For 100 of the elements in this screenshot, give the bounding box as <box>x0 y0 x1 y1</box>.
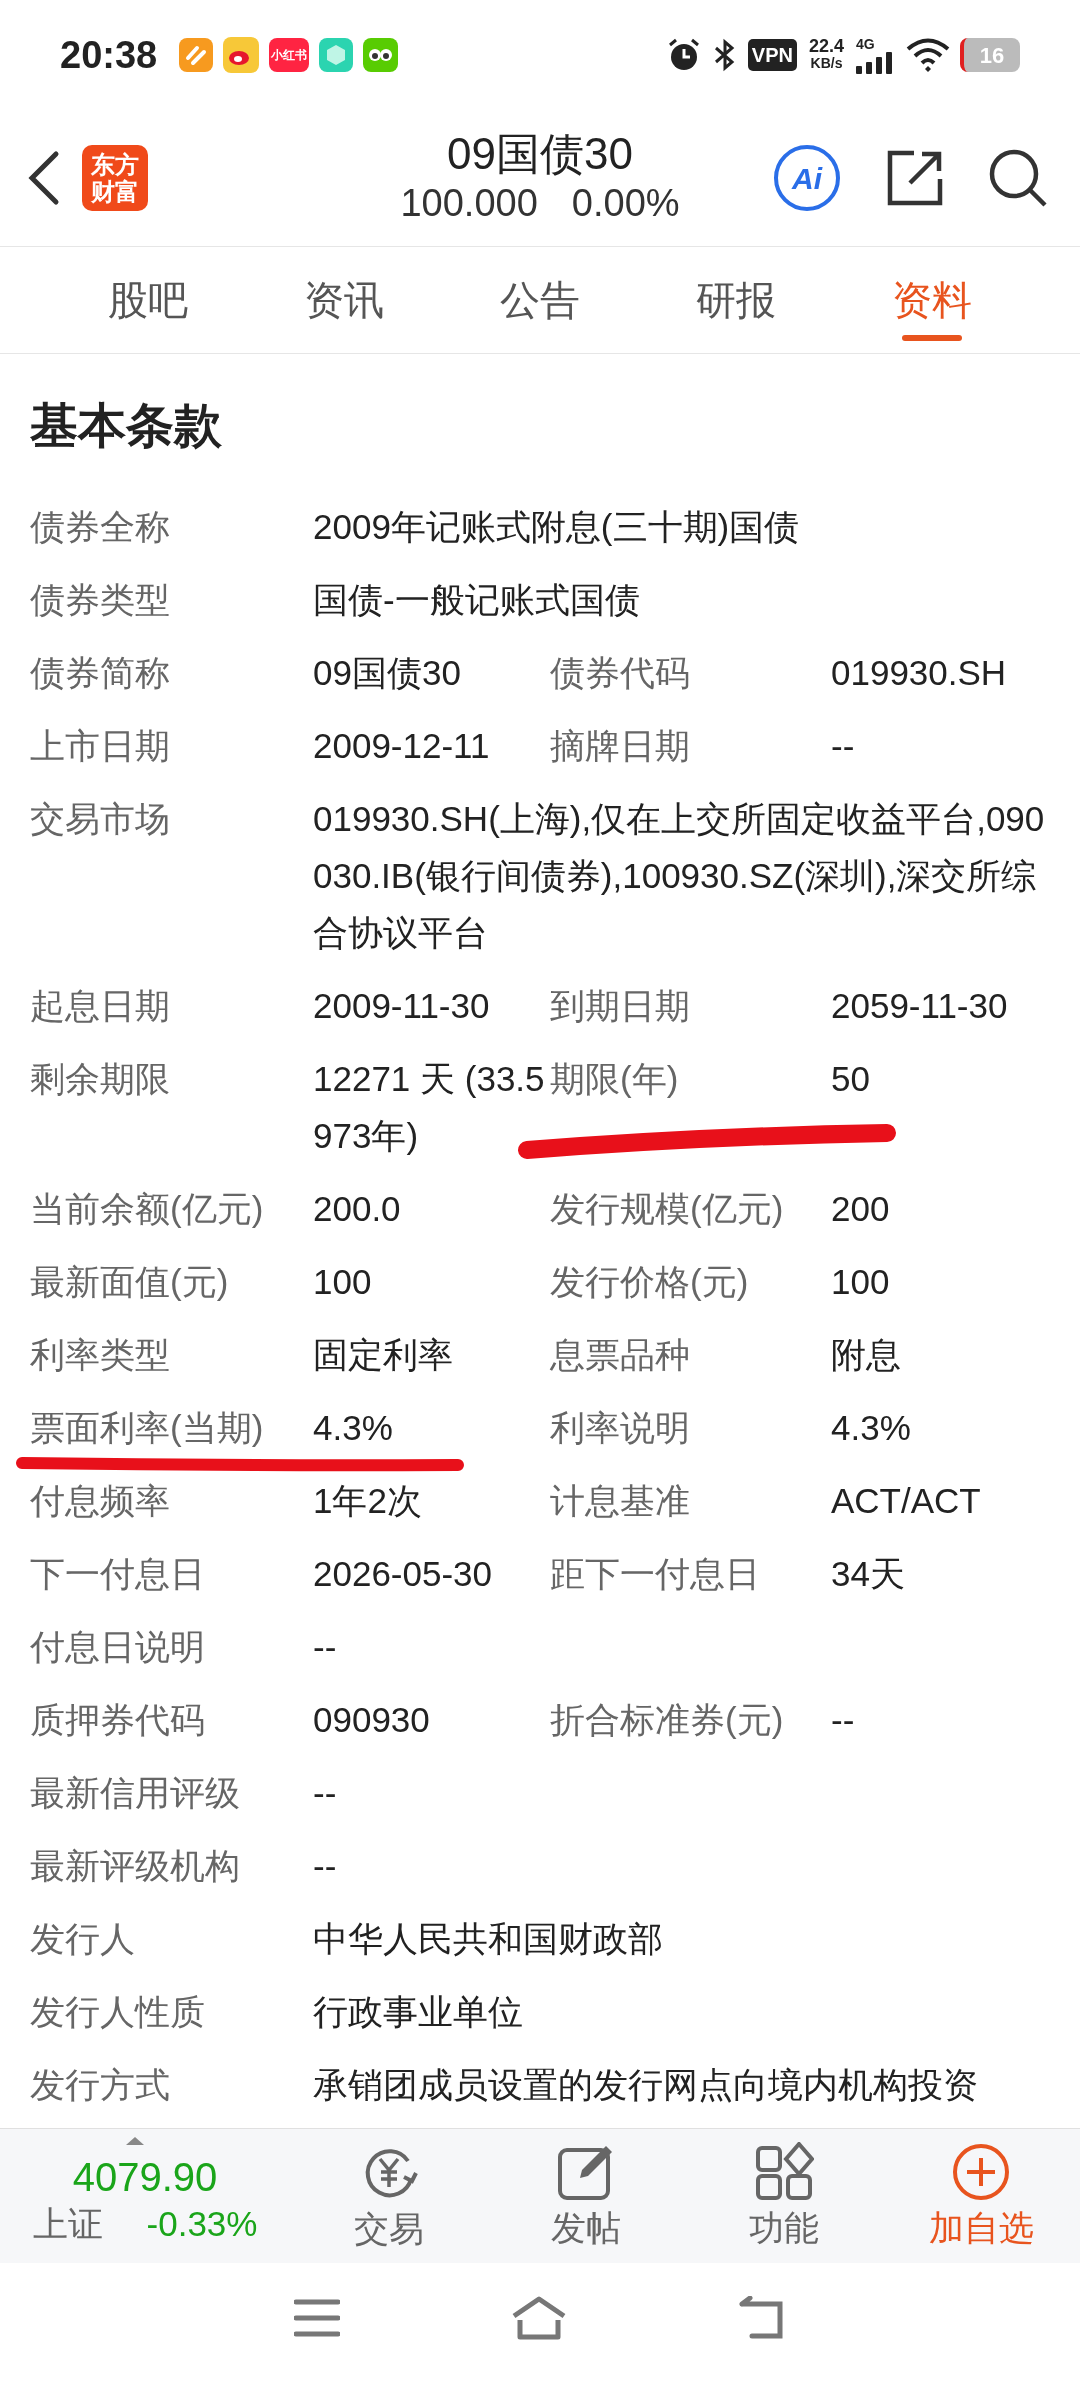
tab[interactable]: 资料 <box>834 247 1030 353</box>
app-icon <box>363 38 399 72</box>
field-value: 中华人民共和国财政部 <box>313 1918 664 1960</box>
field-value: 2009-11-30 <box>313 985 491 1027</box>
field-value: 50 <box>831 1058 871 1100</box>
field-label: 债券简称 <box>30 652 171 694</box>
field-value: 100 <box>831 1261 891 1303</box>
index-quote[interactable]: 4079.90 上证 -0.33% <box>0 2129 290 2263</box>
field-value: 2009-12-11 <box>313 725 491 767</box>
field-label: 最新评级机构 <box>30 1845 241 1887</box>
stock-price: 100.000 <box>400 181 538 226</box>
field-label: 距下一付息日 <box>550 1553 761 1595</box>
field-value: 4.3% <box>831 1407 912 1449</box>
field-value: 200 <box>831 1188 891 1230</box>
field-value: -- <box>313 1772 338 1814</box>
field-label: 到期日期 <box>550 985 691 1027</box>
share-icon[interactable] <box>886 149 944 207</box>
app-icon <box>179 38 214 72</box>
field-value: 2009年记账式附息(三十期)国债 <box>313 506 801 548</box>
network-speed: 22.4 <box>808 38 844 55</box>
field-label: 质押券代码 <box>30 1699 206 1741</box>
field-value: 34天 <box>831 1553 906 1595</box>
field-label: 债券类型 <box>30 579 171 621</box>
field-value: 固定利率 <box>313 1334 454 1376</box>
field-value: ACT/ACT <box>831 1480 982 1522</box>
toolbar-button[interactable]: 交易 <box>290 2129 488 2263</box>
field-value: 200.0 <box>313 1188 402 1230</box>
price-change: 0.00% <box>571 181 680 226</box>
tab[interactable]: 研报 <box>638 247 834 353</box>
field-value: 行政事业单位 <box>313 1991 524 2033</box>
field-value: 2026-05-30 <box>313 1553 494 1595</box>
field-label: 剩余期限 <box>30 1058 171 1100</box>
field-label: 发行人性质 <box>30 1991 206 2033</box>
stock-title: 09国债30 <box>447 128 633 180</box>
field-label: 发行价格(元) <box>550 1261 750 1303</box>
menu-icon[interactable] <box>294 2297 340 2338</box>
field-label: 票面利率(当期) <box>30 1407 265 1449</box>
field-label: 下一付息日 <box>30 1553 206 1595</box>
field-value: -- <box>313 1845 338 1887</box>
field-label: 最新面值(元) <box>30 1261 230 1303</box>
index-name: 上证 <box>32 2203 103 2245</box>
field-label: 付息频率 <box>30 1480 171 1522</box>
field-value: 100 <box>313 1261 373 1303</box>
index-value: 4079.90 <box>72 2154 218 2201</box>
field-label: 债券全称 <box>30 506 171 548</box>
field-label: 摘牌日期 <box>550 725 691 767</box>
search-icon[interactable] <box>988 148 1048 208</box>
field-label: 利率类型 <box>30 1334 171 1376</box>
tab[interactable]: 资讯 <box>246 247 442 353</box>
speed-unit: KB/s <box>810 55 843 72</box>
field-value: 承销团成员设置的发行网点向境内机构投资 <box>313 2064 979 2106</box>
field-value: 附息 <box>831 1334 902 1376</box>
ai-button[interactable]: Ai <box>774 145 840 211</box>
battery-indicator: 16 <box>960 38 1020 72</box>
field-value: 2059-11-30 <box>831 985 1009 1027</box>
field-value: -- <box>831 1699 856 1741</box>
status-time: 20:38 <box>60 32 158 78</box>
expand-arrow-icon[interactable] <box>126 2137 144 2145</box>
home-icon[interactable] <box>510 2295 568 2340</box>
field-value: -- <box>313 1626 338 1668</box>
field-value: 12271 天 (33.5973年) <box>313 1058 546 1157</box>
tab[interactable]: 股吧 <box>50 247 246 353</box>
tab[interactable]: 公告 <box>442 247 638 353</box>
field-label: 利率说明 <box>550 1407 691 1449</box>
field-label: 折合标准券(元) <box>550 1699 785 1741</box>
field-value: 019930.SH(上海),仅在上交所固定收益平台,090030.IB(银行间债券),100930.SZ(深圳),深交所综合协议平台 <box>313 798 1046 954</box>
field-label: 付息日说明 <box>30 1626 206 1668</box>
field-label: 发行方式 <box>30 2064 171 2106</box>
logo-text: 东方 <box>91 151 139 178</box>
field-label: 发行人 <box>30 1918 136 1960</box>
section-title: 基本条款 <box>30 398 223 454</box>
app-icon <box>319 38 354 72</box>
logo-text: 财富 <box>91 178 139 205</box>
field-label: 起息日期 <box>30 985 171 1027</box>
field-label: 发行规模(亿元) <box>550 1188 785 1230</box>
field-label: 交易市场 <box>30 798 171 840</box>
field-value: 019930.SH <box>831 652 1008 694</box>
field-label: 期限(年) <box>550 1058 680 1100</box>
field-label: 当前余额(亿元) <box>30 1188 265 1230</box>
grid-icon <box>753 2142 814 2202</box>
toolbar-button[interactable]: 发帖 <box>487 2129 685 2263</box>
field-value: 国债-一般记账式国债 <box>313 579 641 621</box>
toolbar-button[interactable]: 加自选 <box>882 2129 1080 2263</box>
field-label: 最新信用评级 <box>30 1772 241 1814</box>
field-label: 上市日期 <box>30 725 171 767</box>
add-icon <box>951 2142 1012 2202</box>
field-value: 09国债30 <box>313 652 462 694</box>
field-value: 090930 <box>313 1699 431 1741</box>
app-icon <box>223 37 260 73</box>
network-type: 4G <box>856 36 875 52</box>
field-label: 债券代码 <box>550 652 691 694</box>
index-change: -0.33% <box>146 2203 258 2245</box>
app-icon: 小红书 <box>269 38 310 72</box>
wifi-icon <box>906 38 950 72</box>
field-value: 1年2次 <box>313 1480 423 1522</box>
field-value: -- <box>831 725 856 767</box>
toolbar-button[interactable]: 功能 <box>685 2129 883 2263</box>
field-label: 息票品种 <box>550 1334 691 1376</box>
field-value: 4.3% <box>313 1407 394 1449</box>
field-label: 计息基准 <box>550 1480 691 1522</box>
